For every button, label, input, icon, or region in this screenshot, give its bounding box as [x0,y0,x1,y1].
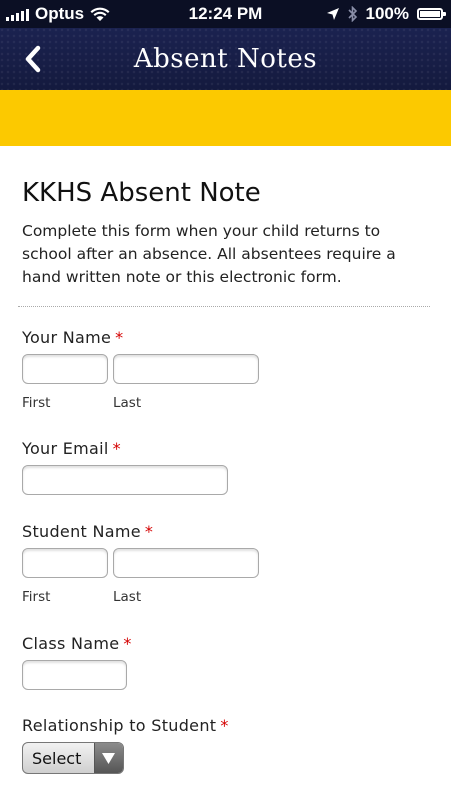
relationship-select[interactable]: Select [22,742,124,774]
your-name-last-sublabel: Last [113,395,142,411]
page-title: KKHS Absent Note [22,178,261,208]
student-name-last-input[interactable] [113,548,259,578]
form-intro: Complete this form when your child retur… [22,222,396,286]
relationship-label: Relationship to Student * [22,716,229,735]
your-name-first-input[interactable] [22,354,108,384]
your-email-label-text: Your Email [22,439,109,458]
student-name-first-input[interactable] [22,548,108,578]
divider [18,306,430,307]
student-name-first-sublabel: First [22,589,51,605]
header-banner [0,90,451,146]
nav-title: Absent Notes [133,44,318,74]
battery-icon [417,8,446,20]
required-marker: * [220,716,229,735]
class-name-label-text: Class Name [22,634,120,653]
your-name-label-text: Your Name [22,328,112,347]
required-marker: * [115,328,124,347]
required-marker: * [112,439,121,458]
battery-percent: 100% [365,4,409,23]
nav-bar: Absent Notes [0,28,451,90]
class-name-label: Class Name * [22,634,132,653]
location-arrow-icon [326,8,339,20]
status-right: 100% [326,4,446,24]
relationship-select-value: Select [32,749,82,768]
bluetooth-icon [347,6,357,22]
your-email-label: Your Email * [22,439,121,458]
class-name-input[interactable] [22,660,127,690]
your-name-last-input[interactable] [113,354,259,384]
your-email-input[interactable] [22,465,228,495]
student-name-last-sublabel: Last [113,589,142,605]
required-marker: * [123,634,132,653]
student-name-label: Student Name * [22,522,153,541]
relationship-label-text: Relationship to Student [22,716,217,735]
your-name-label: Your Name * [22,328,123,347]
triangle-down-icon [102,753,115,764]
required-marker: * [144,522,154,541]
select-arrow [94,743,123,773]
your-name-first-sublabel: First [22,395,51,411]
student-name-label-text: Student Name [22,522,141,541]
status-bar: Optus 12:24 PM 100% [0,0,451,28]
